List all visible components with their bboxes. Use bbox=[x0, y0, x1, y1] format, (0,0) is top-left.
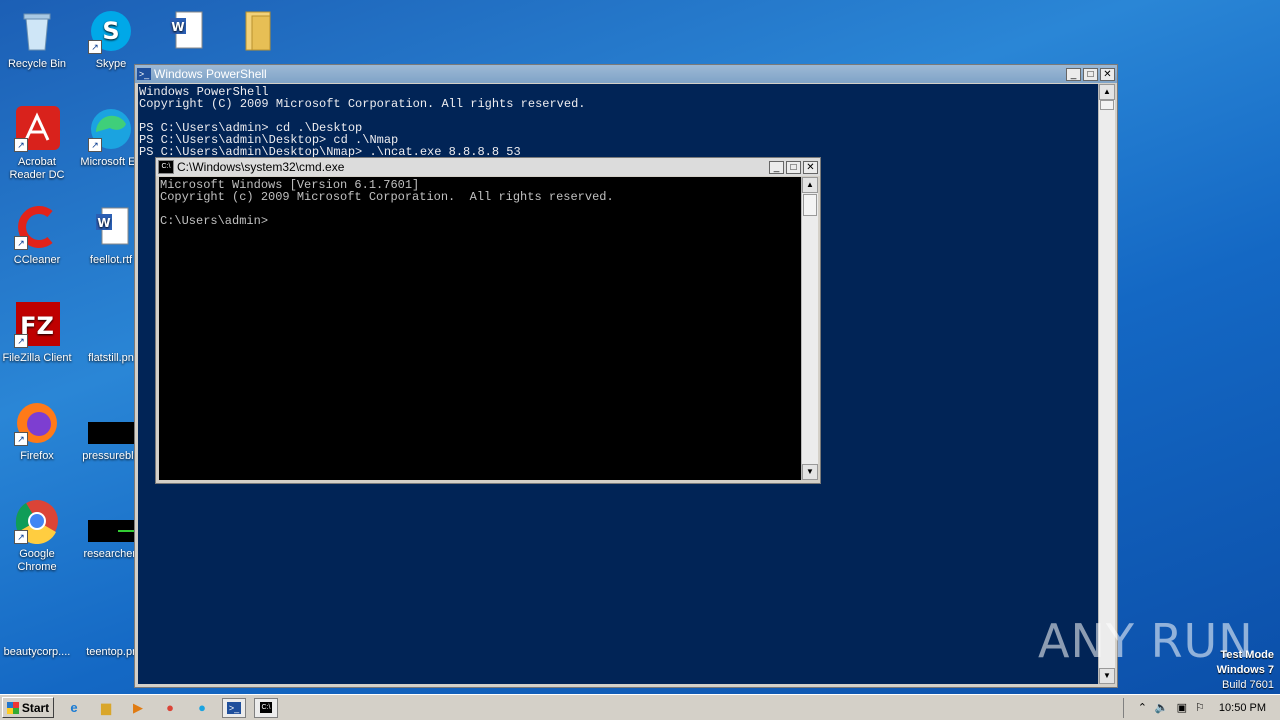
show-hidden-icons-icon[interactable]: ⌃ bbox=[1138, 701, 1147, 714]
console-output: Microsoft Windows [Version 6.1.7601] Cop… bbox=[160, 178, 614, 228]
scroll-up-arrow-icon[interactable]: ▲ bbox=[1099, 84, 1115, 100]
build-line: Build 7601 bbox=[1222, 679, 1274, 691]
desktop-icon-label: CCleaner bbox=[13, 254, 61, 266]
os-name-line: Windows 7 bbox=[1216, 664, 1274, 676]
acrobat-icon: ↗ bbox=[14, 106, 60, 152]
desktop-icon-chrome[interactable]: ↗ Google Chrome bbox=[0, 498, 74, 574]
powershell-icon: >_ bbox=[137, 68, 151, 80]
powershell-icon: >_ bbox=[226, 701, 242, 714]
ccleaner-icon: ↗ bbox=[14, 204, 60, 250]
folder-icon bbox=[236, 8, 282, 54]
powershell-titlebar[interactable]: >_ Windows PowerShell _ □ ✕ bbox=[135, 65, 1117, 83]
cmd-icon: C:\ bbox=[158, 160, 174, 174]
scroll-thumb[interactable] bbox=[1100, 100, 1114, 110]
cmd-icon: C:\ bbox=[259, 702, 273, 713]
internet-explorer-icon: e bbox=[70, 700, 78, 715]
recycle-bin-icon bbox=[14, 8, 60, 54]
blank-file-icon bbox=[88, 596, 134, 642]
desktop-icon-recycle-bin[interactable]: Recycle Bin bbox=[0, 8, 74, 71]
desktop-icon-folder[interactable] bbox=[222, 8, 296, 58]
window-title: Windows PowerShell bbox=[154, 67, 267, 81]
taskbar-cmd[interactable]: C:\ bbox=[254, 697, 278, 718]
scroll-up-arrow-icon[interactable]: ▲ bbox=[802, 177, 818, 193]
svg-text:W: W bbox=[97, 216, 110, 230]
maximize-button[interactable]: □ bbox=[1083, 67, 1098, 81]
taskbar-powershell[interactable]: >_ bbox=[222, 697, 246, 718]
taskbar: Start e ▆ ▶ ● ● >_ C:\ ⌃ 🔈 ▣ ⚐ 10:50 PM bbox=[0, 694, 1280, 720]
close-button[interactable]: ✕ bbox=[1100, 67, 1115, 81]
console-output: Windows PowerShell Copyright (C) 2009 Mi… bbox=[139, 85, 586, 159]
desktop-icon-firefox[interactable]: ↗ Firefox bbox=[0, 400, 74, 463]
network-icon[interactable]: ▣ bbox=[1177, 701, 1187, 714]
cmd-console[interactable]: Microsoft Windows [Version 6.1.7601] Cop… bbox=[159, 177, 801, 480]
clock[interactable]: 10:50 PM bbox=[1219, 702, 1266, 714]
shortcut-arrow-icon: ↗ bbox=[14, 530, 28, 544]
test-mode-notice: Test Mode Windows 7 Build 7601 bbox=[1217, 648, 1274, 693]
desktop-icon-label: Google Chrome bbox=[17, 548, 57, 573]
window-title: C:\Windows\system32\cmd.exe bbox=[177, 160, 345, 174]
volume-icon[interactable]: 🔈 bbox=[1155, 701, 1169, 714]
image-thumbnail-icon bbox=[88, 400, 134, 446]
minimize-button[interactable]: _ bbox=[769, 160, 784, 174]
shortcut-arrow-icon: ↗ bbox=[14, 236, 28, 250]
desktop-icon-beautycorp[interactable]: beautycorp.... bbox=[0, 596, 74, 659]
desktop-icon-filezilla[interactable]: FZ ↗ FileZilla Client bbox=[0, 302, 74, 365]
desktop-icon-ccleaner[interactable]: ↗ CCleaner bbox=[0, 204, 74, 267]
svg-text:S: S bbox=[102, 17, 119, 45]
cmd-titlebar[interactable]: C:\ C:\Windows\system32\cmd.exe _ □ ✕ bbox=[156, 158, 820, 176]
chrome-icon: ● bbox=[166, 700, 174, 715]
word-document-icon: W bbox=[164, 8, 210, 54]
test-mode-line: Test Mode bbox=[1220, 649, 1274, 661]
cmd-window[interactable]: C:\ C:\Windows\system32\cmd.exe _ □ ✕ Mi… bbox=[155, 157, 821, 484]
desktop-icon-label: Recycle Bin bbox=[7, 58, 67, 70]
shortcut-arrow-icon: ↗ bbox=[14, 334, 28, 348]
shortcut-arrow-icon: ↗ bbox=[14, 138, 28, 152]
chrome-icon: ↗ bbox=[14, 498, 60, 545]
maximize-button[interactable]: □ bbox=[786, 160, 801, 174]
blank-file-icon bbox=[14, 596, 60, 642]
vertical-scrollbar[interactable]: ▲ ▼ bbox=[1098, 84, 1115, 684]
desktop-icon-skype[interactable]: S ↗ Skype bbox=[74, 8, 148, 71]
windows-flag-icon bbox=[6, 701, 19, 714]
word-document-icon: W bbox=[88, 204, 134, 250]
firefox-icon: ↗ bbox=[14, 400, 60, 446]
image-file-icon bbox=[88, 302, 134, 348]
scroll-down-arrow-icon[interactable]: ▼ bbox=[802, 464, 818, 480]
desktop-icon-label: FileZilla Client bbox=[2, 352, 72, 364]
taskbar-ie[interactable]: e bbox=[62, 698, 86, 718]
media-player-icon: ▶ bbox=[133, 699, 143, 715]
desktop-icon-word-doc[interactable]: W bbox=[150, 8, 224, 58]
close-button[interactable]: ✕ bbox=[803, 160, 818, 174]
taskbar-chrome[interactable]: ● bbox=[158, 698, 182, 718]
system-tray: ⌃ 🔈 ▣ ⚐ 10:50 PM bbox=[1122, 697, 1280, 718]
image-thumbnail-icon bbox=[88, 498, 134, 544]
desktop-icon-label: beautycorp.... bbox=[3, 646, 71, 658]
edge-icon: ● bbox=[198, 700, 206, 715]
desktop-icon-acrobat[interactable]: ↗ Acrobat Reader DC bbox=[0, 106, 74, 182]
taskbar-explorer[interactable]: ▆ bbox=[94, 698, 118, 718]
start-label: Start bbox=[21, 700, 50, 715]
vertical-scrollbar[interactable]: ▲ ▼ bbox=[801, 177, 818, 480]
desktop-icon-label: Acrobat Reader DC bbox=[9, 156, 65, 181]
taskbar-edge[interactable]: ● bbox=[190, 698, 214, 718]
desktop-icon-label: Firefox bbox=[20, 450, 54, 462]
svg-text:W: W bbox=[171, 20, 184, 34]
skype-icon: S ↗ bbox=[88, 8, 134, 54]
filezilla-icon: FZ ↗ bbox=[14, 302, 60, 348]
scroll-down-arrow-icon[interactable]: ▼ bbox=[1099, 668, 1115, 684]
shortcut-arrow-icon: ↗ bbox=[14, 432, 28, 446]
folder-icon: ▆ bbox=[101, 699, 111, 715]
action-center-flag-icon[interactable]: ⚐ bbox=[1195, 701, 1205, 714]
edge-icon: ↗ bbox=[88, 106, 134, 152]
taskbar-media-player[interactable]: ▶ bbox=[126, 698, 150, 718]
start-button[interactable]: Start bbox=[2, 697, 54, 718]
shortcut-arrow-icon: ↗ bbox=[88, 40, 102, 54]
shortcut-arrow-icon: ↗ bbox=[88, 138, 102, 152]
scroll-thumb[interactable] bbox=[803, 194, 817, 216]
minimize-button[interactable]: _ bbox=[1066, 67, 1081, 81]
